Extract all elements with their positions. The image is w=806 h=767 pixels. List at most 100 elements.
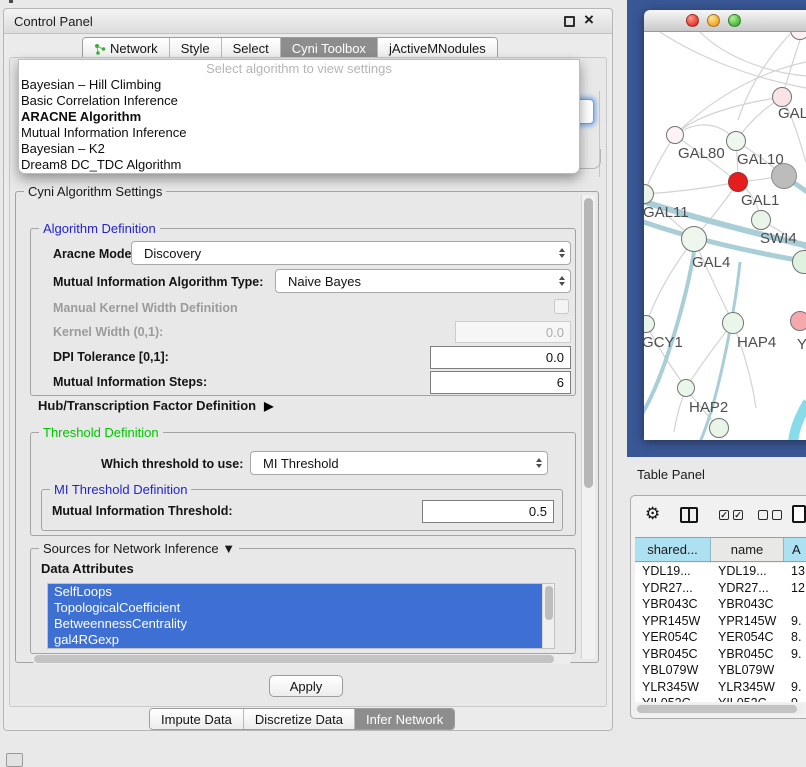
- table-row[interactable]: YER054CYER054C8.: [635, 629, 806, 646]
- dropdown-item-mutual-information[interactable]: Mutual Information Inference: [19, 125, 579, 141]
- minimize-traffic-light[interactable]: [707, 14, 720, 27]
- zoom-traffic-light[interactable]: [728, 14, 741, 27]
- network-node-gal10[interactable]: [726, 131, 746, 151]
- mi-threshold-field[interactable]: 0.5: [422, 500, 554, 523]
- screen-edge-artifact: [9, 0, 13, 3]
- table-horizontal-scrollbar[interactable]: [635, 704, 805, 714]
- tab-style[interactable]: Style: [170, 38, 222, 59]
- attribute-item-topologicalcoefficient[interactable]: TopologicalCoefficient: [48, 600, 554, 616]
- column-selector-icon[interactable]: [680, 507, 698, 523]
- combo-stepper-icon: [554, 276, 570, 286]
- column-header-shared-name[interactable]: shared...: [635, 538, 711, 561]
- table-row[interactable]: YDR27...YDR27...12: [635, 580, 806, 597]
- which-threshold-label: Which threshold to use:: [101, 457, 243, 471]
- dropdown-item-bayesian-k2[interactable]: Bayesian – K2: [19, 141, 579, 157]
- apply-button[interactable]: Apply: [269, 675, 343, 697]
- dropdown-item-dream8[interactable]: Dream8 DC_TDC Algorithm: [19, 157, 579, 173]
- network-node[interactable]: [709, 418, 729, 438]
- algorithm-definition-group: Algorithm Definition Aracne Mode: Discov…: [30, 228, 576, 396]
- cell: YLR345W: [711, 679, 784, 696]
- mi-type-combo[interactable]: Naive Bayes: [275, 269, 571, 293]
- manual-kernel-checkbox[interactable]: [554, 299, 569, 314]
- cell: YIL052C: [635, 695, 711, 702]
- tab-cyni-toolbox[interactable]: Cyni Toolbox: [281, 38, 378, 59]
- tab-discretize-data[interactable]: Discretize Data: [244, 709, 355, 729]
- table-row[interactable]: YBR045CYBR045C9.: [635, 646, 806, 663]
- attribute-item-gal4rgexp[interactable]: gal4RGexp: [48, 632, 554, 648]
- collapse-down-arrow-icon: ▼: [222, 541, 235, 556]
- kernel-width-field[interactable]: 0.0: [455, 321, 571, 343]
- sources-title[interactable]: Sources for Network Inference ▼: [39, 541, 239, 556]
- network-node-hap2[interactable]: [677, 379, 695, 397]
- select-all-check-icon[interactable]: ✓: [719, 510, 729, 520]
- table-row[interactable]: YLR345WYLR345W9.: [635, 679, 806, 696]
- cell: YBL079W: [711, 662, 784, 679]
- settings-gear-icon[interactable]: ⚙: [645, 504, 660, 524]
- column-header-clipped[interactable]: A: [784, 538, 806, 561]
- network-node-gal80[interactable]: [666, 126, 684, 144]
- table-row[interactable]: YBL079WYBL079W: [635, 662, 806, 679]
- dropdown-item-bayesian-hill-climbing[interactable]: Bayesian – Hill Climbing: [19, 77, 579, 93]
- expander-right-arrow-icon: ▶: [264, 399, 273, 413]
- node-label: GCY1: [644, 334, 683, 351]
- settings-scrollbar[interactable]: [581, 195, 595, 659]
- tab-network[interactable]: Network: [83, 38, 170, 59]
- cell: YER054C: [711, 629, 784, 646]
- attribute-item-selfloops[interactable]: SelfLoops: [48, 584, 554, 600]
- network-node-gal2[interactable]: [772, 87, 792, 107]
- node-label: SWI4: [760, 230, 797, 247]
- control-panel-title: Control Panel: [14, 14, 93, 29]
- close-traffic-light[interactable]: [686, 14, 699, 27]
- table-row[interactable]: YBR043CYBR043C: [635, 596, 806, 613]
- tab-impute-data[interactable]: Impute Data: [150, 709, 244, 729]
- cyni-algorithm-settings-group: Cyni Algorithm Settings Algorithm Defini…: [15, 191, 599, 663]
- aracne-mode-combo[interactable]: Discovery: [131, 241, 571, 265]
- tab-jactivemnodules[interactable]: jActiveMNodules: [378, 38, 497, 59]
- network-window-titlebar[interactable]: [644, 10, 806, 32]
- data-attributes-label: Data Attributes: [41, 561, 134, 576]
- deselect-all-icon[interactable]: [758, 510, 768, 520]
- control-panel-titlebar[interactable]: Control Panel ×: [4, 9, 612, 34]
- deselect-all-icon[interactable]: [772, 510, 782, 520]
- export-table-icon[interactable]: [792, 505, 806, 523]
- attribute-list-scrollbar[interactable]: [542, 584, 554, 648]
- hub-tf-definition-expander[interactable]: Hub/Transcription Factor Definition▶: [38, 398, 273, 413]
- network-node-hap4[interactable]: [722, 312, 744, 334]
- table-row[interactable]: YDL19...YDL19...13: [635, 563, 806, 580]
- data-attributes-list: SelfLoops TopologicalCoefficient Between…: [47, 583, 555, 649]
- tab-infer-network[interactable]: Infer Network: [355, 709, 454, 729]
- table-horizontal-scrollbar-thumb[interactable]: [637, 705, 797, 713]
- cell: YDR27...: [635, 580, 711, 597]
- close-icon[interactable]: ×: [584, 10, 594, 30]
- select-all-check-icon[interactable]: ✓: [733, 510, 743, 520]
- network-canvas[interactable]: GAL GAL80 GAL10 GAL1 GAL11 SWI4 GAL4 GCY…: [644, 32, 806, 440]
- thick-cyan-edge: [793, 402, 806, 440]
- network-node-swi4[interactable]: [751, 210, 771, 230]
- network-node-gray[interactable]: [771, 163, 797, 189]
- table-header-row: shared... name A: [635, 537, 806, 562]
- algorithm-dropdown-popup: Select algorithm to view settings Bayesi…: [18, 59, 580, 174]
- panel-grip-icon[interactable]: [6, 753, 23, 767]
- mi-steps-field[interactable]: 6: [430, 371, 571, 394]
- table-row[interactable]: YIL052CYIL052C9: [635, 695, 806, 702]
- column-header-name[interactable]: name: [711, 538, 784, 561]
- settings-scrollbar-thumb[interactable]: [584, 198, 593, 488]
- table-row[interactable]: YPR145WYPR145W9.: [635, 613, 806, 630]
- network-node-pink[interactable]: [790, 311, 806, 331]
- network-node-gal4[interactable]: [681, 226, 707, 252]
- attribute-list-scrollbar-thumb[interactable]: [545, 586, 553, 620]
- float-window-button[interactable]: [564, 16, 575, 27]
- cell: [784, 596, 806, 613]
- settings-horizontal-scrollbar-thumb[interactable]: [34, 655, 554, 663]
- node-label: GAL80: [678, 145, 725, 162]
- dropdown-item-aracne[interactable]: ARACNE Algorithm: [19, 109, 579, 125]
- dropdown-item-basic-correlation[interactable]: Basic Correlation Inference: [19, 93, 579, 109]
- tab-select[interactable]: Select: [222, 38, 281, 59]
- threshold-definition-group: Threshold Definition Which threshold to …: [30, 432, 576, 536]
- which-threshold-combo[interactable]: MI Threshold: [250, 451, 548, 475]
- dpi-tolerance-field[interactable]: 0.0: [430, 346, 571, 369]
- attribute-item-betweennesscentrality[interactable]: BetweennessCentrality: [48, 616, 554, 632]
- settings-horizontal-scrollbar[interactable]: [32, 654, 572, 664]
- network-node-gal1-selected[interactable]: [728, 172, 748, 192]
- mi-threshold-label: Mutual Information Threshold:: [52, 504, 233, 518]
